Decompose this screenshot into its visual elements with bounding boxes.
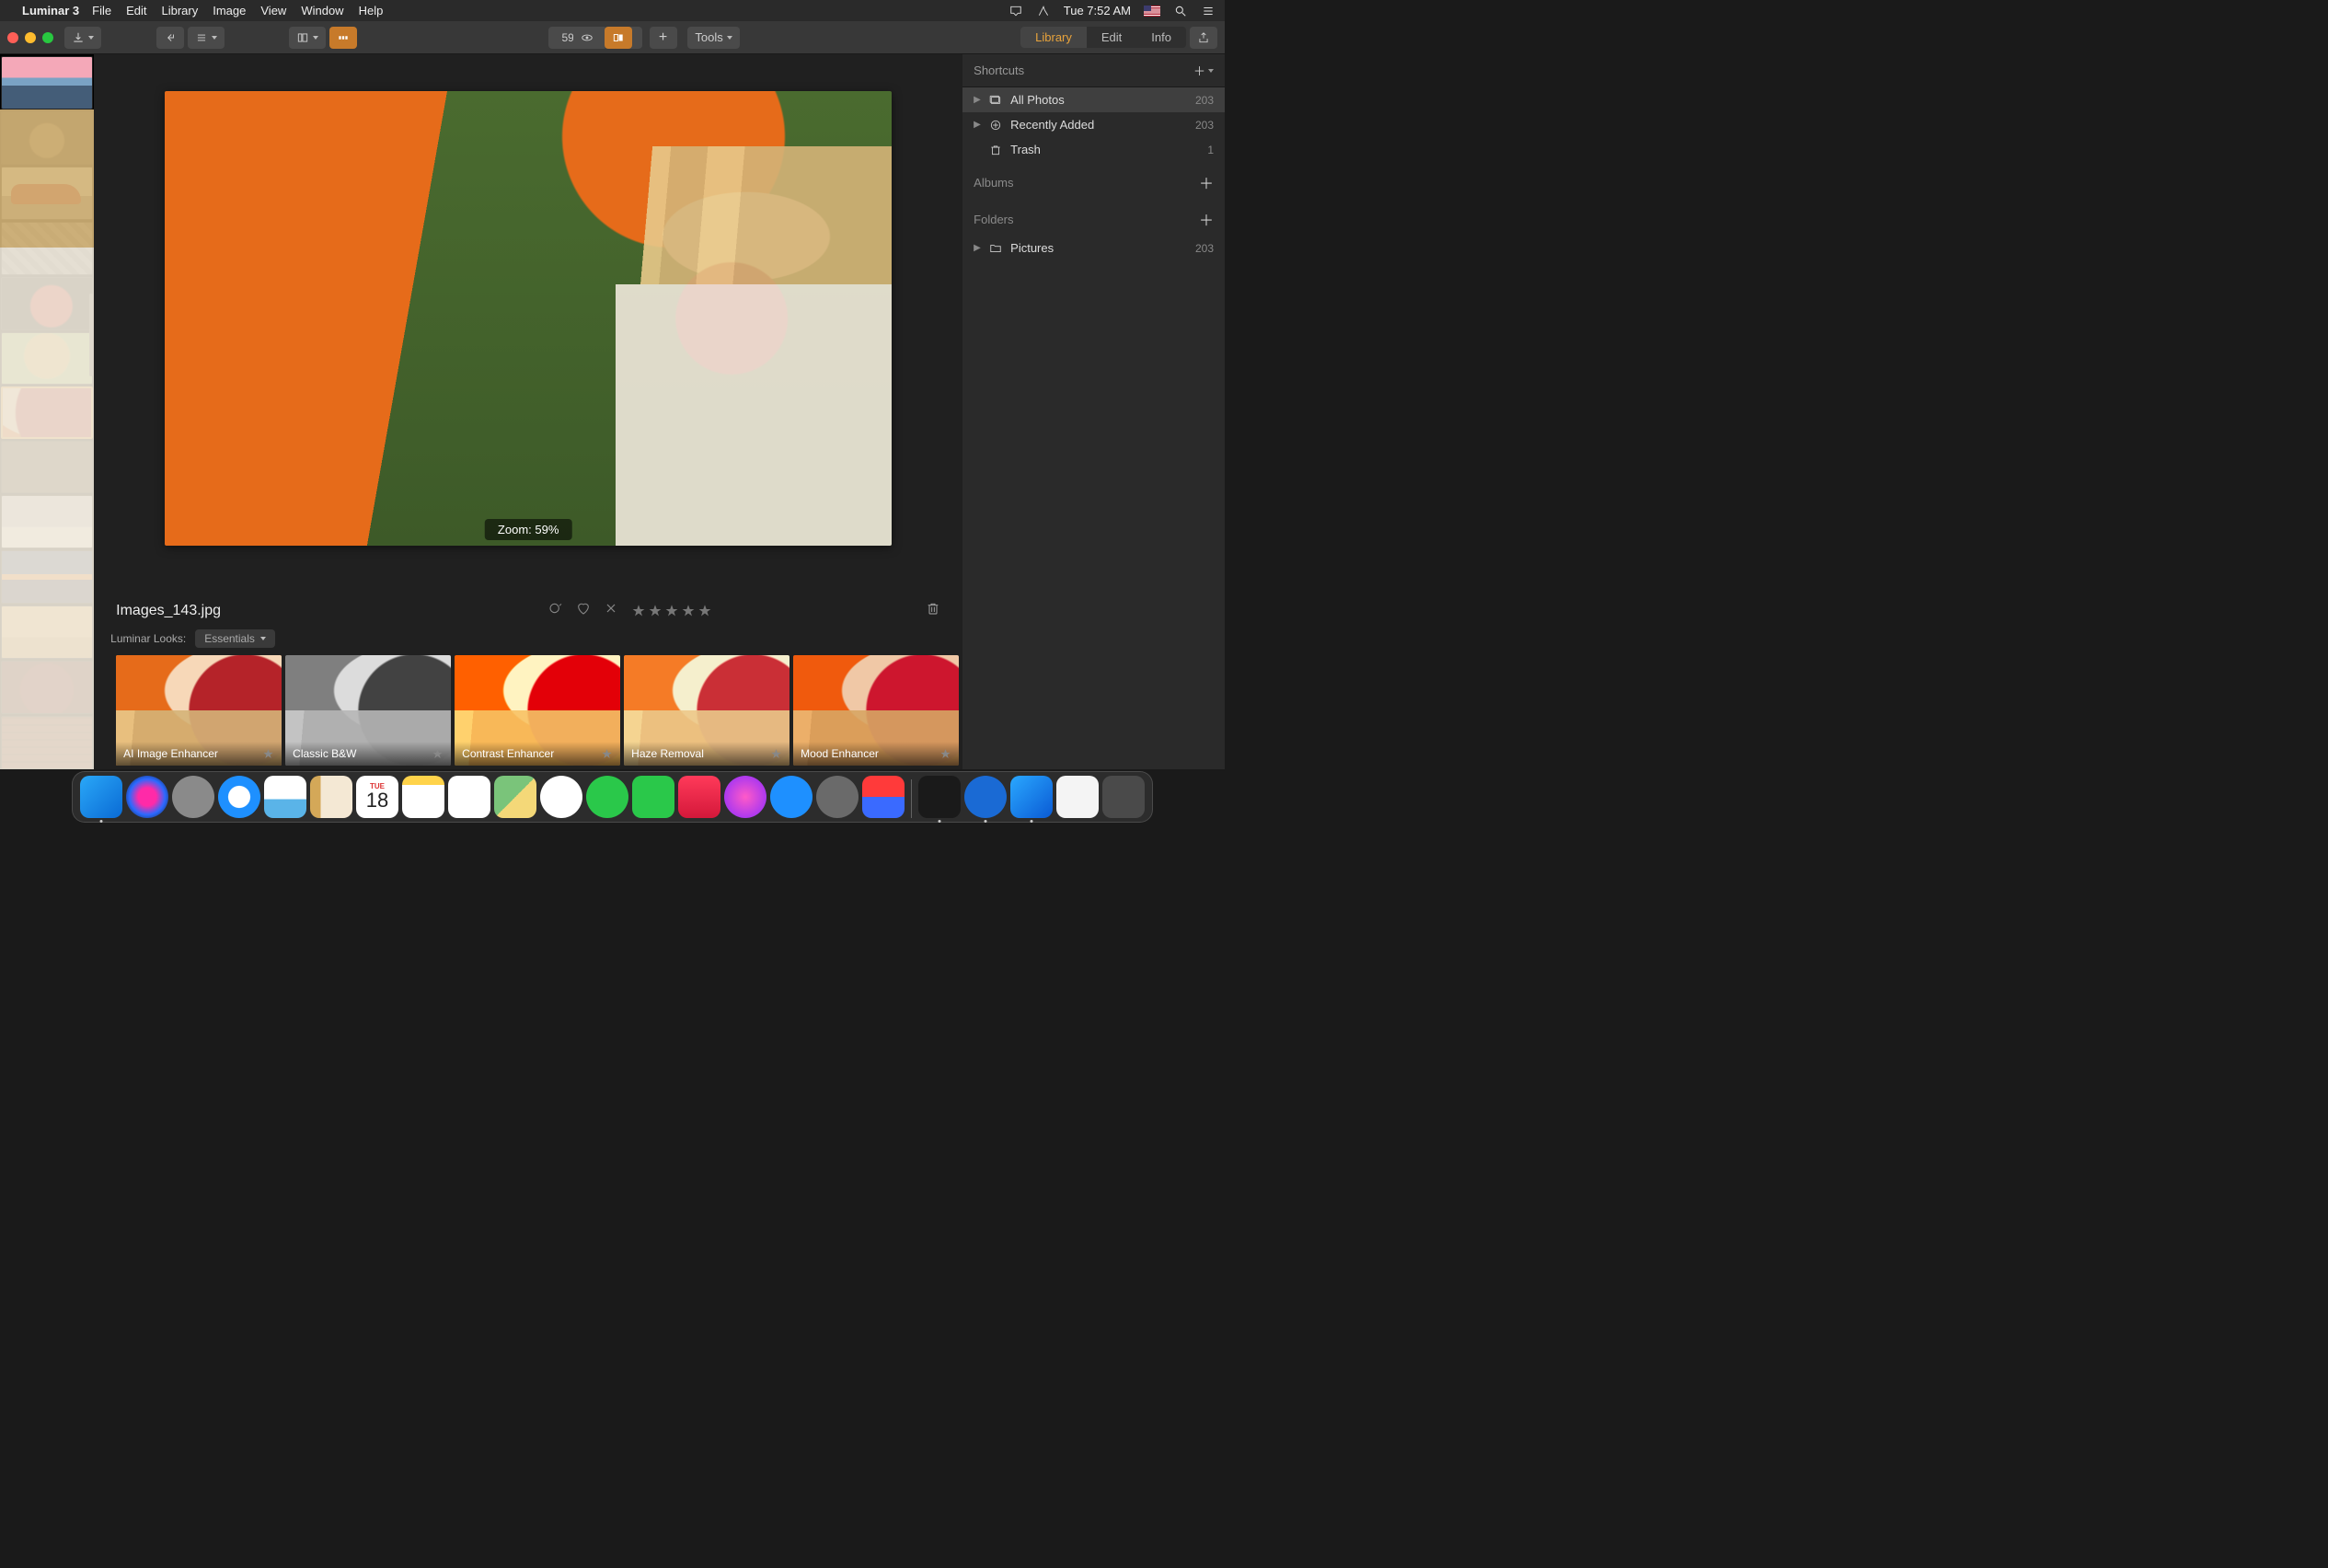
macos-dock: TUE18 — [72, 771, 1153, 823]
dock-reminders-icon[interactable] — [448, 776, 490, 818]
dock-messages-icon[interactable] — [586, 776, 628, 818]
add-shortcut-button[interactable]: ＋ — [1193, 62, 1214, 79]
dock-preferences-icon[interactable] — [816, 776, 859, 818]
look-name: Classic B&W — [293, 747, 356, 760]
luminar-looks-label: Luminar Looks: — [110, 632, 186, 645]
folders-section-header: Folders ＋ — [962, 199, 1225, 236]
menu-window[interactable]: Window — [301, 4, 343, 17]
menu-image[interactable]: Image — [213, 4, 246, 17]
window-zoom-button[interactable] — [42, 32, 53, 43]
tab-library[interactable]: Library — [1020, 27, 1087, 48]
dock-safari-icon[interactable] — [218, 776, 260, 818]
filmstrip[interactable] — [0, 54, 94, 769]
quick-preview-button[interactable] — [573, 27, 601, 49]
menu-view[interactable]: View — [260, 4, 286, 17]
window-close-button[interactable] — [7, 32, 18, 43]
look-preset[interactable]: Classic B&W — [285, 655, 451, 766]
sidebar-all-photos[interactable]: ▶ All Photos 203 — [962, 87, 1225, 112]
albums-section-header: Albums ＋ — [962, 162, 1225, 199]
zoom-overlay: Zoom: 59% — [485, 519, 571, 540]
dock-calendar-icon[interactable]: TUE18 — [356, 776, 398, 818]
macos-menubar: Luminar 3 File Edit Library Image View W… — [0, 0, 1225, 21]
input-source-flag-icon[interactable] — [1144, 6, 1160, 17]
add-album-button[interactable]: ＋ — [1199, 171, 1214, 193]
app-toolbar: 59% − + Tools Library Edit Info — [0, 21, 1225, 54]
status-icon[interactable] — [1036, 5, 1051, 17]
look-preset[interactable]: Mood Enhancer — [793, 655, 959, 766]
look-preset[interactable]: Haze Removal — [624, 655, 789, 766]
star-rating[interactable] — [631, 604, 712, 618]
dock-notes-icon[interactable] — [402, 776, 444, 818]
menu-library[interactable]: Library — [161, 4, 198, 17]
dock-1password-icon[interactable] — [964, 776, 1007, 818]
dock-appstore-icon[interactable] — [770, 776, 812, 818]
layout-toggle-button[interactable] — [289, 27, 326, 49]
shortcuts-section-header: Shortcuts ＋ — [962, 54, 1225, 87]
sidebar-folder-pictures[interactable]: ▶ Pictures 203 — [962, 236, 1225, 260]
main-photo[interactable]: Zoom: 59% — [165, 91, 892, 546]
dock-photos-icon[interactable] — [540, 776, 582, 818]
app-name-menu[interactable]: Luminar 3 — [22, 4, 79, 17]
dock-finder-icon[interactable] — [80, 776, 122, 818]
dock-siri-icon[interactable] — [126, 776, 168, 818]
dock-magnet-icon[interactable] — [862, 776, 905, 818]
menubar-clock[interactable]: Tue 7:52 AM — [1064, 4, 1131, 17]
compare-toggle-button[interactable] — [605, 27, 632, 49]
reject-x-button[interactable] — [604, 601, 618, 620]
dock-facetime-icon[interactable] — [632, 776, 674, 818]
mode-segmented-control: Library Edit Info — [1020, 27, 1186, 48]
dock-contacts-icon[interactable] — [310, 776, 352, 818]
dock-launchpad-icon[interactable] — [172, 776, 214, 818]
looks-category-dropdown[interactable]: Essentials — [195, 629, 275, 648]
filmstrip-thumb[interactable] — [1, 56, 93, 110]
menu-file[interactable]: File — [92, 4, 111, 17]
notification-center-icon[interactable] — [1201, 5, 1216, 17]
dock-terminal-icon[interactable] — [918, 776, 961, 818]
delete-photo-button[interactable] — [926, 601, 940, 620]
share-button[interactable] — [1190, 27, 1217, 49]
flag-dropdown[interactable] — [548, 601, 563, 620]
import-button[interactable] — [64, 27, 101, 49]
tab-edit[interactable]: Edit — [1087, 27, 1136, 48]
window-controls — [7, 32, 53, 43]
add-folder-button[interactable]: ＋ — [1199, 208, 1214, 230]
list-view-button[interactable] — [188, 27, 225, 49]
dock-mail-icon[interactable] — [264, 776, 306, 818]
window-minimize-button[interactable] — [25, 32, 36, 43]
sidebar-trash[interactable]: ▶ Trash 1 — [962, 137, 1225, 162]
filmstrip-thumb[interactable] — [1, 386, 93, 438]
look-name: AI Image Enhancer — [123, 747, 218, 760]
viewer-area: Zoom: 59% Images_143.jpg — [94, 54, 962, 769]
dock-luminar-icon[interactable] — [1010, 776, 1053, 818]
look-preset[interactable]: AI Image Enhancer — [116, 655, 282, 766]
current-filename: Images_143.jpg — [116, 603, 221, 619]
dock-news-icon[interactable] — [678, 776, 720, 818]
dock-trash-icon[interactable] — [1102, 776, 1145, 818]
look-name: Haze Removal — [631, 747, 704, 760]
zoom-in-button[interactable]: + — [650, 27, 677, 49]
menu-help[interactable]: Help — [359, 4, 384, 17]
airplay-icon[interactable] — [1008, 5, 1023, 17]
tools-dropdown[interactable]: Tools — [687, 27, 739, 49]
dock-textedit-icon[interactable] — [1056, 776, 1099, 818]
spotlight-icon[interactable] — [1173, 5, 1188, 17]
sidebar-recently-added[interactable]: ▶ Recently Added 203 — [962, 112, 1225, 137]
dock-maps-icon[interactable] — [494, 776, 536, 818]
looks-strip[interactable]: AI Image Enhancer Classic B&W Contrast Enh… — [112, 651, 962, 769]
favorite-heart-button[interactable] — [576, 601, 591, 620]
menu-edit[interactable]: Edit — [126, 4, 146, 17]
filmstrip-toggle-button[interactable] — [329, 27, 357, 49]
look-name: Mood Enhancer — [801, 747, 879, 760]
look-preset[interactable]: Contrast Enhancer — [455, 655, 620, 766]
look-name: Contrast Enhancer — [462, 747, 554, 760]
dock-itunes-icon[interactable] — [724, 776, 766, 818]
back-button[interactable] — [156, 27, 184, 49]
tab-info[interactable]: Info — [1136, 27, 1186, 48]
library-side-panel: Shortcuts ＋ ▶ All Photos 203 ▶ Recently … — [962, 54, 1225, 769]
